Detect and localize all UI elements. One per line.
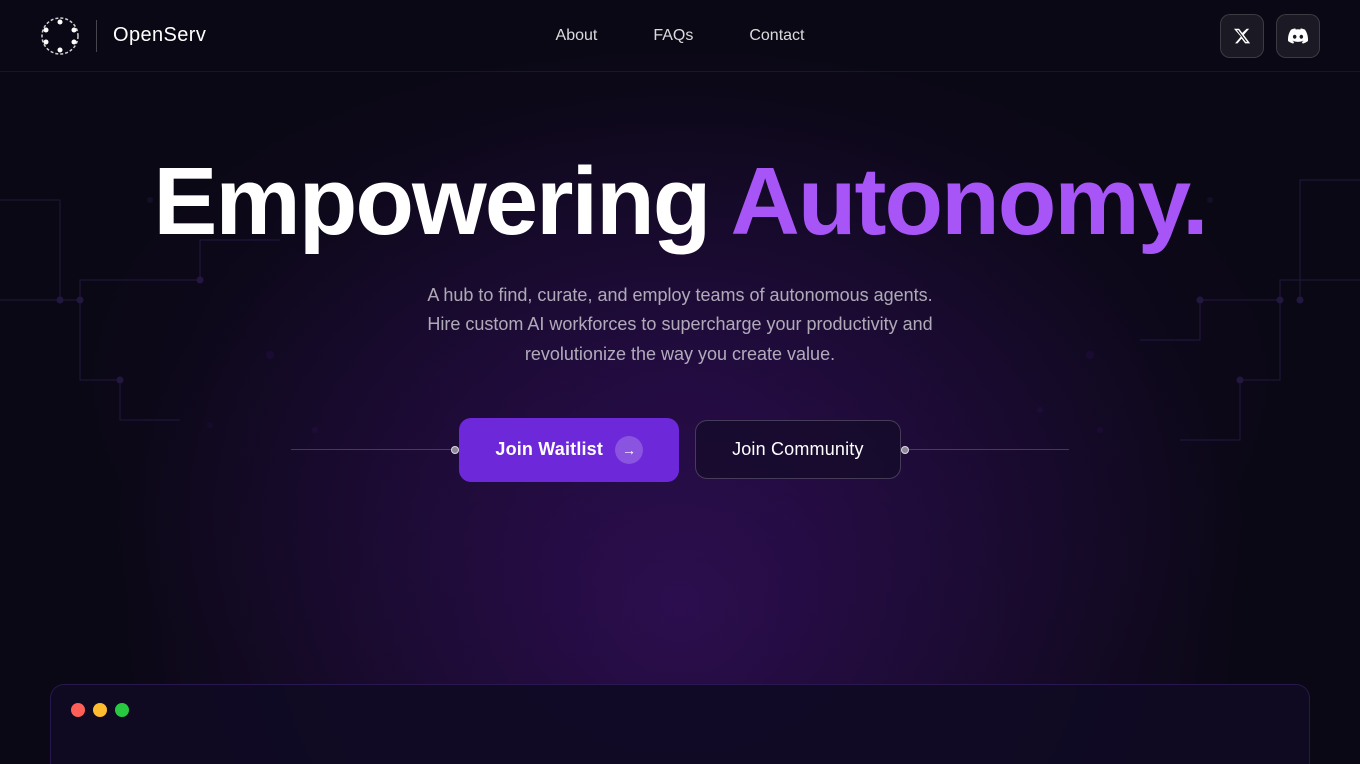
discord-button[interactable]	[1276, 14, 1320, 58]
nav-link-faqs[interactable]: FAQs	[629, 19, 717, 53]
hero-section: Empowering Autonomy. A hub to find, cura…	[0, 72, 1360, 482]
window-minimize-dot	[93, 703, 107, 717]
left-connector	[291, 446, 459, 454]
hero-title-purple: Autonomy.	[731, 148, 1207, 255]
logo-divider	[96, 20, 97, 52]
twitter-button[interactable]	[1220, 14, 1264, 58]
logo-icon	[40, 16, 80, 56]
window-maximize-dot	[115, 703, 129, 717]
left-connector-line	[291, 449, 451, 450]
brand-name: OpenServ	[113, 24, 206, 47]
hero-buttons: Join Waitlist → Join Community	[291, 418, 1068, 482]
window-traffic-lights	[71, 703, 129, 717]
join-waitlist-button[interactable]: Join Waitlist →	[459, 418, 679, 482]
join-community-button[interactable]: Join Community	[695, 420, 901, 479]
hero-title: Empowering Autonomy.	[153, 152, 1206, 253]
nav-links: About FAQs Contact	[532, 19, 829, 53]
left-connector-dot	[451, 446, 459, 454]
right-connector	[901, 446, 1069, 454]
hero-subtitle: A hub to find, curate, and employ teams …	[410, 281, 950, 370]
waitlist-label: Join Waitlist	[495, 439, 603, 460]
nav-brand: OpenServ	[40, 16, 206, 56]
right-connector-dot	[901, 446, 909, 454]
bottom-window-preview	[50, 684, 1310, 764]
right-connector-line	[909, 449, 1069, 450]
nav-social	[1220, 14, 1320, 58]
nav-link-contact[interactable]: Contact	[725, 19, 828, 53]
navbar: OpenServ About FAQs Contact	[0, 0, 1360, 72]
hero-title-white: Empowering	[153, 148, 709, 255]
nav-link-about[interactable]: About	[532, 19, 622, 53]
window-close-dot	[71, 703, 85, 717]
community-label: Join Community	[732, 439, 864, 459]
arrow-icon: →	[615, 436, 643, 464]
